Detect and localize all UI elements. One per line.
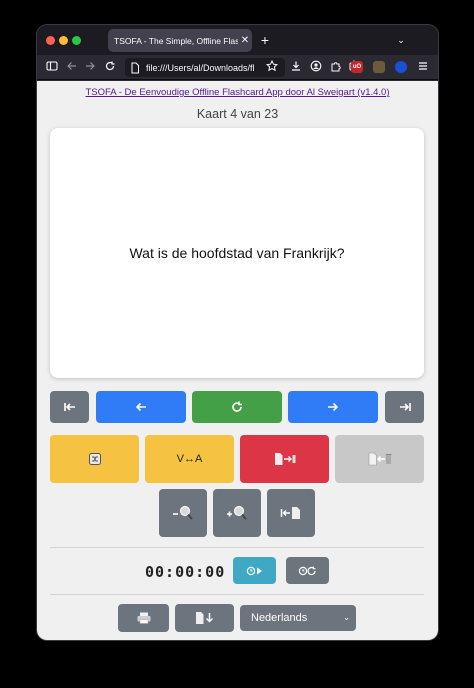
zoom-out-icon — [173, 505, 193, 520]
reset-zoom-button[interactable] — [267, 489, 315, 537]
zoom-in-icon — [227, 505, 247, 520]
download-icon[interactable] — [289, 60, 303, 74]
back-icon[interactable] — [65, 60, 79, 74]
maximize-window-button[interactable] — [72, 36, 81, 45]
tab-close-icon[interactable]: ✕ — [238, 35, 252, 46]
account-icon[interactable] — [309, 60, 323, 74]
timer-display: 00:00:00 — [145, 563, 226, 581]
swap-label: V↔A — [176, 453, 203, 465]
timer-reset-button[interactable] — [286, 557, 329, 584]
print-icon — [137, 612, 150, 624]
bookmark-star-icon[interactable] — [265, 59, 279, 74]
first-card-button[interactable] — [50, 391, 89, 423]
shuffle-icon — [88, 453, 101, 465]
chevron-down-icon: ⌄ — [343, 613, 350, 622]
skip-last-icon — [399, 403, 411, 411]
menu-icon[interactable] — [416, 60, 430, 74]
language-selected: Nederlands — [251, 612, 308, 624]
shuffle-button[interactable] — [50, 435, 139, 483]
remove-card-button[interactable] — [240, 435, 329, 483]
new-tab-button[interactable]: + — [257, 29, 273, 51]
flip-refresh-icon — [232, 401, 242, 412]
extension-colorful-icon[interactable] — [373, 61, 385, 73]
browser-window: TSOFA - The Simple, Offline Flashca ✕ + … — [37, 25, 438, 640]
language-select[interactable]: Nederlands ⌄ — [240, 605, 356, 631]
address-bar[interactable]: file:///Users/al/Downloads/fl — [125, 58, 285, 77]
reset-document-icon — [280, 507, 300, 519]
sidebar-icon[interactable] — [45, 60, 59, 74]
flip-card-button[interactable] — [192, 391, 282, 423]
arrow-right-icon — [328, 402, 339, 412]
page-content: TSOFA - De Eenvoudige Offline Flashcard … — [37, 81, 438, 640]
download-document-icon — [195, 612, 213, 624]
navigation-bar: file:///Users/al/Downloads/fl uO — [37, 55, 438, 80]
tab-list-icon[interactable]: ⌄ — [393, 31, 409, 49]
arrow-left-icon — [135, 402, 146, 412]
restore-card-icon — [368, 452, 391, 466]
download-button[interactable] — [175, 604, 234, 632]
zoom-in-button[interactable] — [213, 489, 261, 537]
tab-title: TSOFA - The Simple, Offline Flashca — [114, 35, 238, 46]
card-question: Wat is de hoofdstad van Frankrijk? — [129, 245, 345, 261]
restore-cards-button[interactable] — [335, 435, 424, 483]
tab-bar: TSOFA - The Simple, Offline Flashca ✕ + … — [37, 25, 438, 55]
flashcard[interactable]: Wat is de hoofdstad van Frankrijk? — [50, 128, 424, 378]
extension-blue-icon[interactable] — [395, 61, 407, 73]
remove-card-icon — [274, 453, 295, 465]
app-title-link[interactable]: TSOFA - De Eenvoudige Offline Flashcard … — [37, 87, 438, 98]
url-text: file:///Users/al/Downloads/fl — [146, 62, 255, 73]
timer-reset-icon — [298, 566, 316, 575]
reload-icon[interactable] — [103, 60, 117, 74]
next-card-button[interactable] — [288, 391, 378, 423]
ublock-icon[interactable]: uO — [351, 61, 363, 73]
print-button[interactable] — [118, 604, 169, 632]
forward-icon[interactable] — [83, 60, 97, 74]
close-window-button[interactable] — [46, 36, 55, 45]
last-card-button[interactable] — [385, 391, 424, 423]
browser-tab[interactable]: TSOFA - The Simple, Offline Flashca ✕ — [108, 29, 252, 52]
minimize-window-button[interactable] — [59, 36, 68, 45]
timer-start-icon — [246, 566, 262, 575]
divider — [50, 594, 424, 595]
swap-front-back-button[interactable]: V↔A — [145, 435, 234, 483]
extensions-icon[interactable] — [329, 60, 343, 74]
timer-start-button[interactable] — [233, 557, 276, 584]
skip-first-icon — [63, 403, 75, 411]
card-counter: Kaart 4 van 23 — [196, 107, 279, 121]
file-icon — [131, 62, 139, 73]
divider — [50, 547, 424, 548]
zoom-out-button[interactable] — [159, 489, 207, 537]
previous-card-button[interactable] — [96, 391, 186, 423]
